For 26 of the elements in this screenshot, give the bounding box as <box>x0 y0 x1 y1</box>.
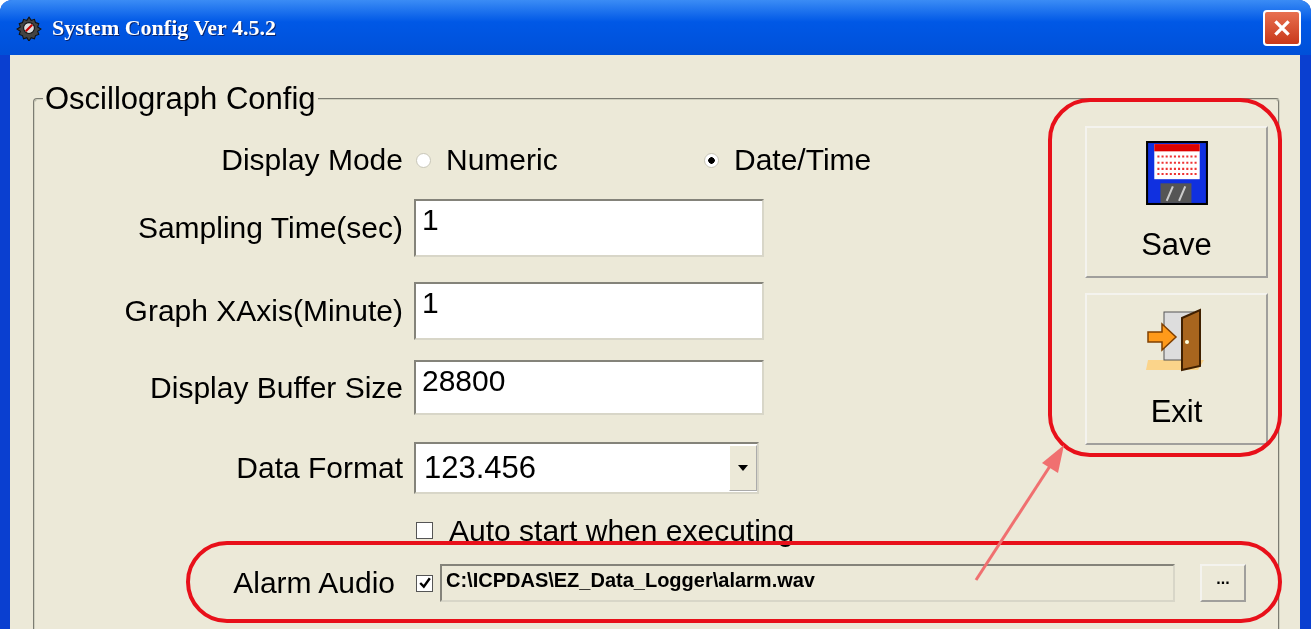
window-title: System Config Ver 4.5.2 <box>52 14 277 41</box>
radio-label[interactable]: Numeric <box>446 143 704 177</box>
browse-button[interactable]: ... <box>1200 564 1246 602</box>
group-title: Oscillograph Config <box>44 81 317 117</box>
field-label: Alarm Audio <box>232 566 395 600</box>
radio-button[interactable] <box>704 152 719 168</box>
exit-button[interactable]: Exit <box>1085 293 1268 445</box>
checkbox[interactable] <box>416 522 433 539</box>
dropdown-arrow-icon <box>738 465 748 471</box>
input-field[interactable]: 1 <box>414 199 764 257</box>
save-button[interactable]: Save <box>1085 126 1268 278</box>
field-label: Display Mode <box>220 143 403 177</box>
dropdown-field[interactable]: 123.456 <box>414 442 759 494</box>
checkbox-label[interactable]: Auto start when executing <box>449 513 795 548</box>
input-field[interactable]: 28800 <box>414 360 764 415</box>
field-label: Display Buffer Size <box>149 370 403 405</box>
file-path-field[interactable]: C:\ICPDAS\EZ_Data_Logger\alarm.wav <box>440 564 1175 602</box>
gear-icon <box>16 14 42 41</box>
field-label: Data Format <box>235 451 403 485</box>
field-label: Graph XAxis(Minute) <box>123 294 403 328</box>
close-button[interactable] <box>1263 9 1301 46</box>
radio-button[interactable] <box>416 152 431 168</box>
checkbox[interactable] <box>416 574 433 592</box>
radio-label[interactable]: Date/Time <box>734 143 872 177</box>
input-field[interactable]: 1 <box>414 282 764 340</box>
field-label: Sampling Time(sec) <box>136 211 403 245</box>
